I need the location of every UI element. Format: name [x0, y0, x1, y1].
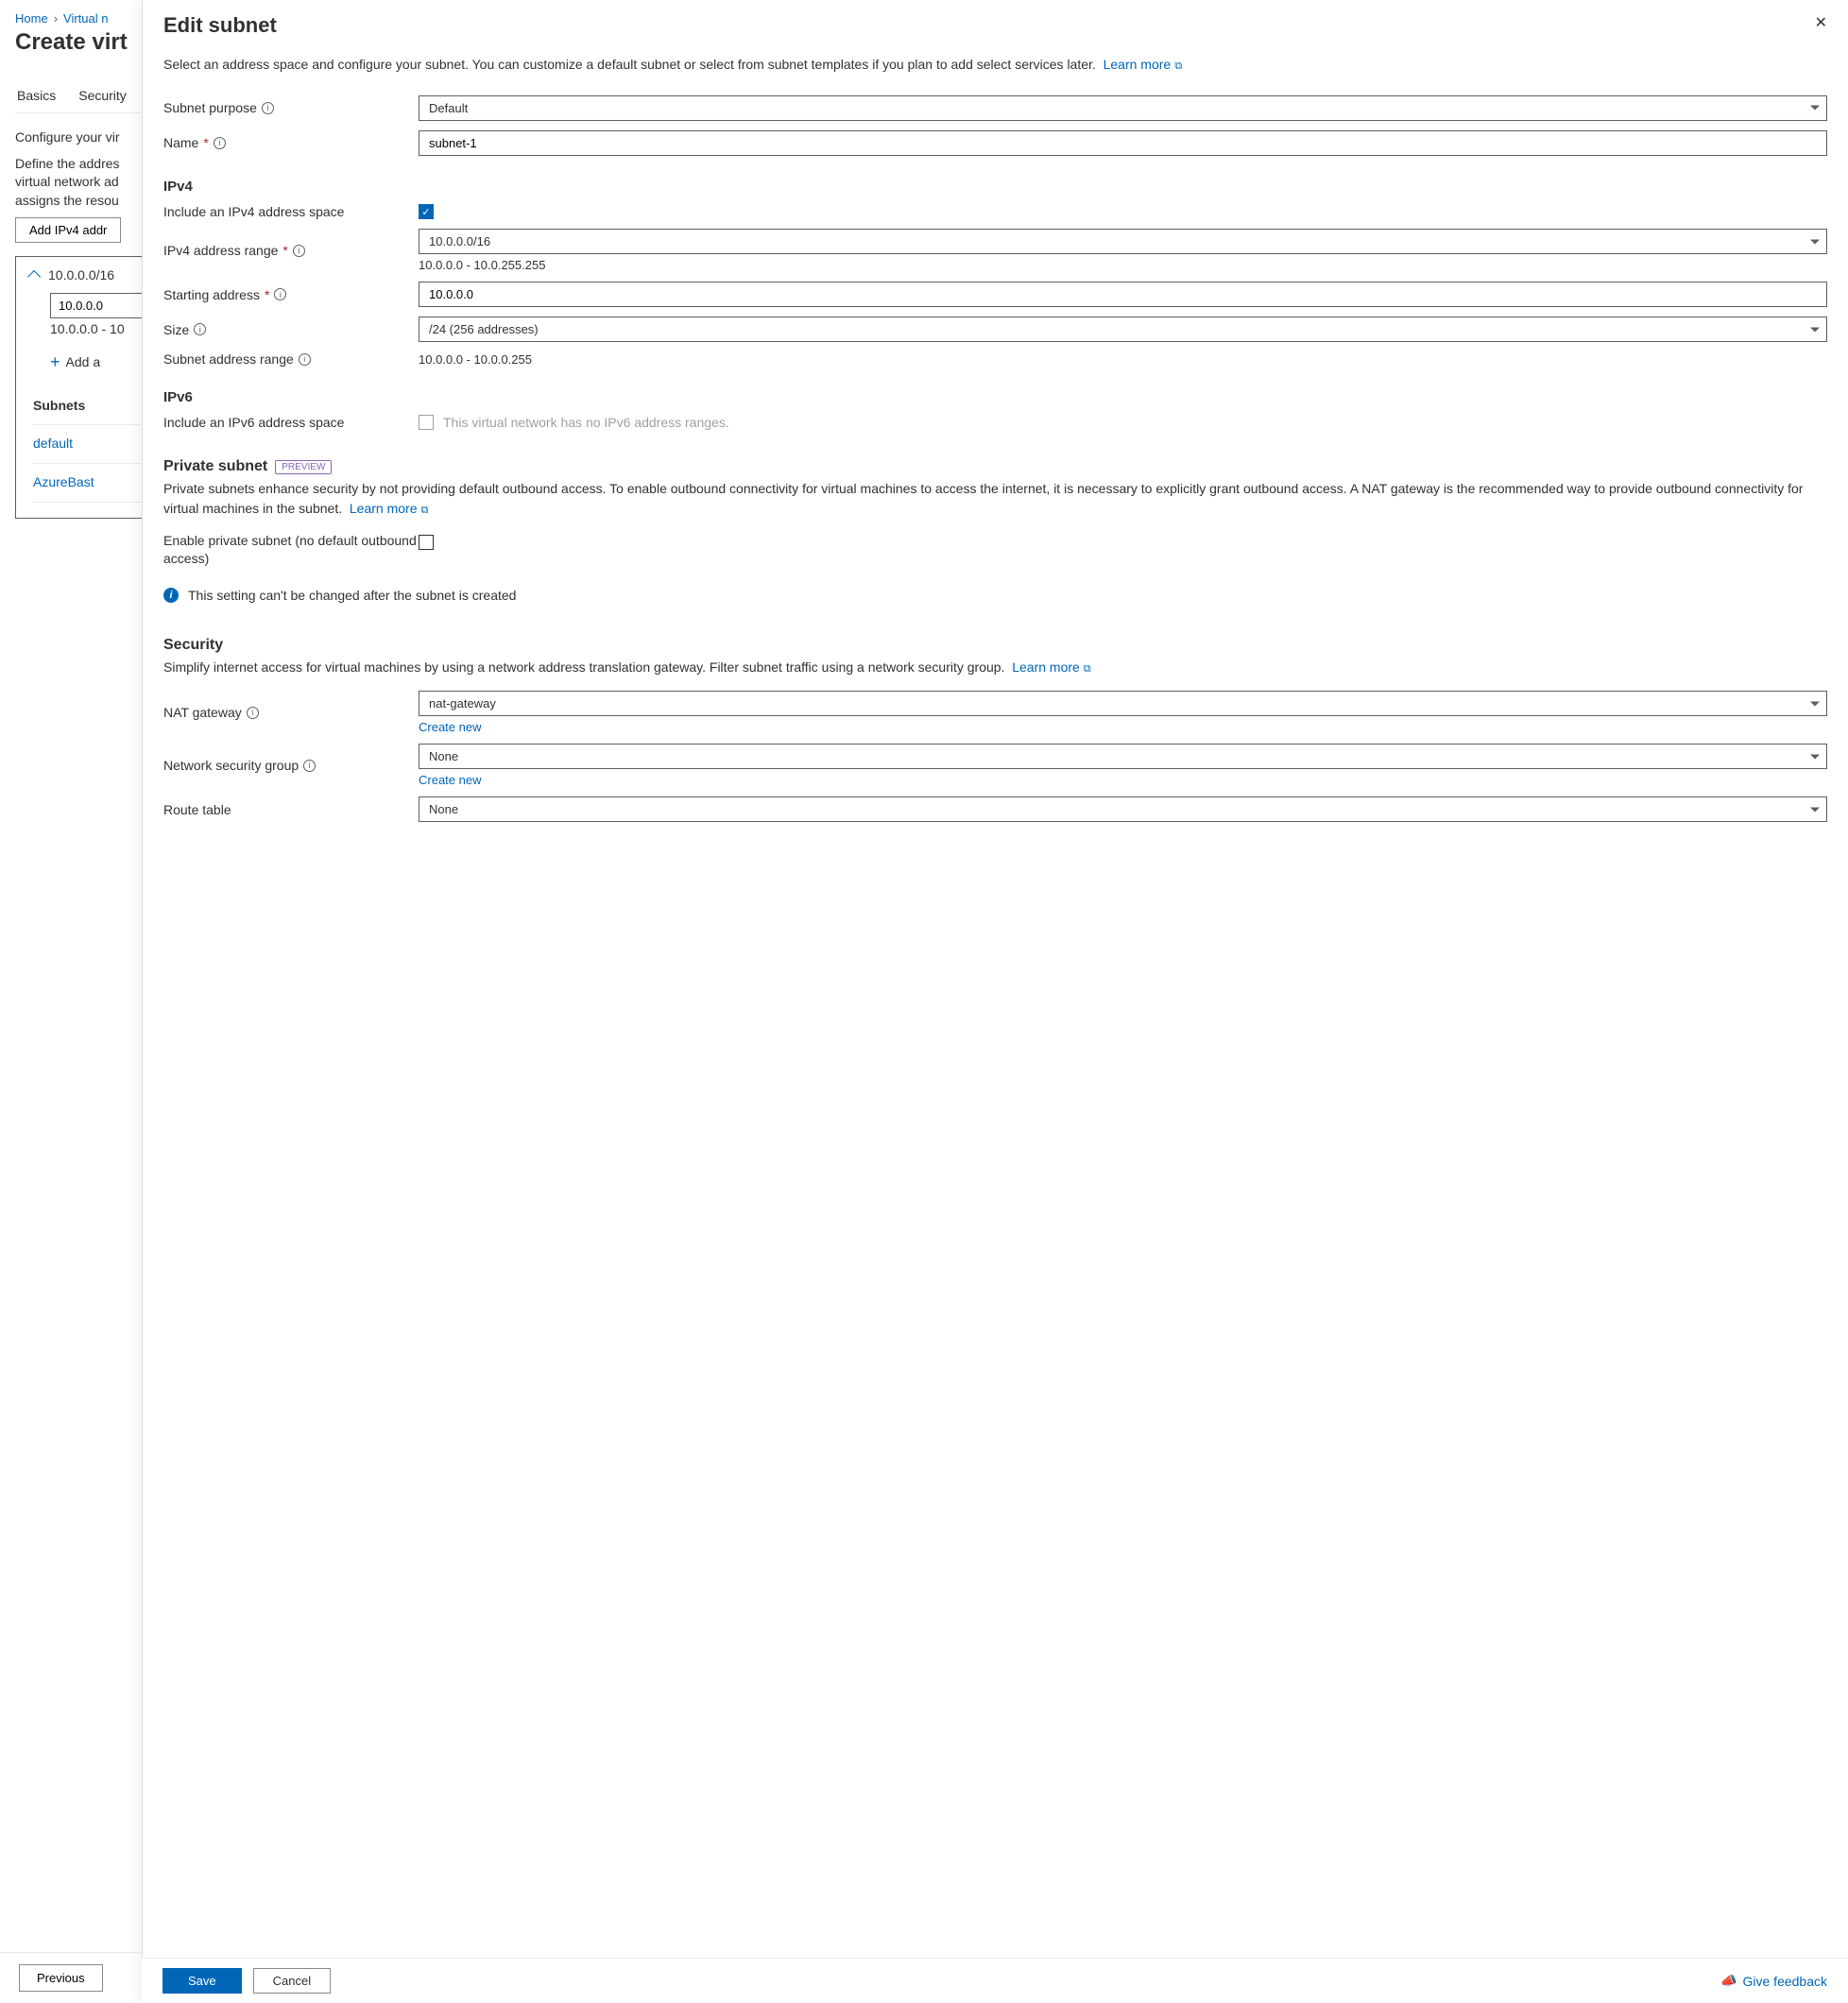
- chevron-right-icon: ›: [54, 11, 58, 26]
- info-icon[interactable]: i: [274, 288, 286, 300]
- learn-more-link[interactable]: Learn more⧉: [1104, 57, 1182, 72]
- ipv4-range-hint: 10.0.0.0 - 10.0.255.255: [419, 258, 1827, 272]
- private-subnet-heading: Private subnet PREVIEW: [163, 458, 1827, 475]
- subnet-range-label: Subnet address range i: [163, 351, 419, 367]
- security-heading: Security: [163, 637, 1827, 654]
- ipv6-heading: IPv6: [163, 389, 1827, 405]
- info-icon[interactable]: i: [214, 137, 226, 149]
- breadcrumb-home[interactable]: Home: [15, 11, 48, 26]
- panel-title: Edit subnet: [163, 13, 277, 38]
- nsg-select[interactable]: None: [419, 744, 1827, 769]
- cancel-button[interactable]: Cancel: [253, 1968, 331, 1994]
- nsg-label: Network security group i: [163, 758, 419, 773]
- info-banner-text: This setting can't be changed after the …: [188, 588, 516, 603]
- chevron-up-icon[interactable]: [27, 270, 41, 283]
- megaphone-icon: 📣: [1720, 1973, 1737, 1989]
- ipv4-range-select[interactable]: 10.0.0.0/16: [419, 229, 1827, 254]
- external-link-icon: ⧉: [1084, 662, 1091, 677]
- include-ipv4-label: Include an IPv4 address space: [163, 204, 419, 219]
- info-banner: i This setting can't be changed after th…: [163, 588, 1827, 603]
- ipv4-heading: IPv4: [163, 179, 1827, 195]
- ipv6-disabled-text: This virtual network has no IPv6 address…: [443, 415, 729, 430]
- include-ipv4-checkbox[interactable]: ✓: [419, 204, 434, 219]
- name-input[interactable]: [419, 130, 1827, 156]
- chevron-down-icon: [1810, 327, 1820, 332]
- nat-gateway-label: NAT gateway i: [163, 705, 419, 720]
- info-icon: i: [163, 588, 179, 603]
- chevron-down-icon: [1810, 106, 1820, 111]
- info-icon[interactable]: i: [299, 353, 311, 366]
- info-icon[interactable]: i: [293, 245, 305, 257]
- add-ipv4-button[interactable]: Add IPv4 addr: [15, 217, 121, 243]
- chevron-down-icon: [1810, 239, 1820, 244]
- nat-gateway-select[interactable]: nat-gateway: [419, 691, 1827, 716]
- external-link-icon: ⧉: [420, 504, 428, 519]
- private-subnet-desc: Private subnets enhance security by not …: [163, 479, 1827, 518]
- size-label: Size i: [163, 322, 419, 337]
- panel-footer: Save Cancel 📣 Give feedback: [142, 1958, 1848, 2003]
- size-select[interactable]: /24 (256 addresses): [419, 317, 1827, 342]
- chevron-down-icon: [1810, 701, 1820, 706]
- create-new-nsg-link[interactable]: Create new: [419, 773, 481, 787]
- security-desc: Simplify internet access for virtual mac…: [163, 658, 1827, 677]
- tab-security[interactable]: Security: [77, 82, 128, 112]
- chevron-down-icon: [1810, 754, 1820, 759]
- route-table-label: Route table: [163, 802, 419, 817]
- edit-subnet-panel: Edit subnet ✕ Select an address space an…: [142, 0, 1848, 2003]
- add-subnet-link[interactable]: Add a: [66, 354, 101, 369]
- route-table-select[interactable]: None: [419, 796, 1827, 822]
- subnet-range-value: 10.0.0.0 - 10.0.0.255: [419, 352, 532, 367]
- subnet-purpose-label: Subnet purpose i: [163, 100, 419, 115]
- close-icon[interactable]: ✕: [1815, 13, 1827, 32]
- save-button[interactable]: Save: [163, 1968, 242, 1994]
- address-space-cidr: 10.0.0.0/16: [48, 267, 114, 282]
- starting-address-input[interactable]: [419, 282, 1827, 307]
- give-feedback-link[interactable]: 📣 Give feedback: [1720, 1973, 1827, 1989]
- name-label: Name* i: [163, 135, 419, 150]
- panel-description: Select an address space and configure yo…: [163, 55, 1827, 75]
- info-icon[interactable]: i: [194, 323, 206, 335]
- learn-more-link[interactable]: Learn more⧉: [350, 501, 428, 516]
- enable-private-checkbox[interactable]: [419, 535, 434, 550]
- breadcrumb-item[interactable]: Virtual n: [63, 11, 108, 26]
- external-link-icon: ⧉: [1174, 60, 1182, 75]
- tab-basics[interactable]: Basics: [15, 82, 58, 112]
- info-icon[interactable]: i: [303, 760, 316, 772]
- ipv4-range-label: IPv4 address range* i: [163, 243, 419, 258]
- preview-badge: PREVIEW: [275, 460, 332, 474]
- chevron-down-icon: [1810, 807, 1820, 812]
- create-new-nat-link[interactable]: Create new: [419, 720, 481, 734]
- info-icon[interactable]: i: [247, 707, 259, 719]
- include-ipv6-checkbox: [419, 415, 434, 430]
- previous-button[interactable]: Previous: [19, 1964, 103, 1992]
- starting-address-label: Starting address* i: [163, 287, 419, 302]
- learn-more-link[interactable]: Learn more⧉: [1012, 659, 1090, 675]
- define-text: Define the addres virtual network ad ass…: [15, 155, 128, 211]
- include-ipv6-label: Include an IPv6 address space: [163, 415, 419, 430]
- info-icon[interactable]: i: [262, 102, 274, 114]
- plus-icon: +: [50, 352, 60, 371]
- enable-private-label: Enable private subnet (no default outbou…: [163, 532, 419, 568]
- subnet-purpose-select[interactable]: Default: [419, 95, 1827, 121]
